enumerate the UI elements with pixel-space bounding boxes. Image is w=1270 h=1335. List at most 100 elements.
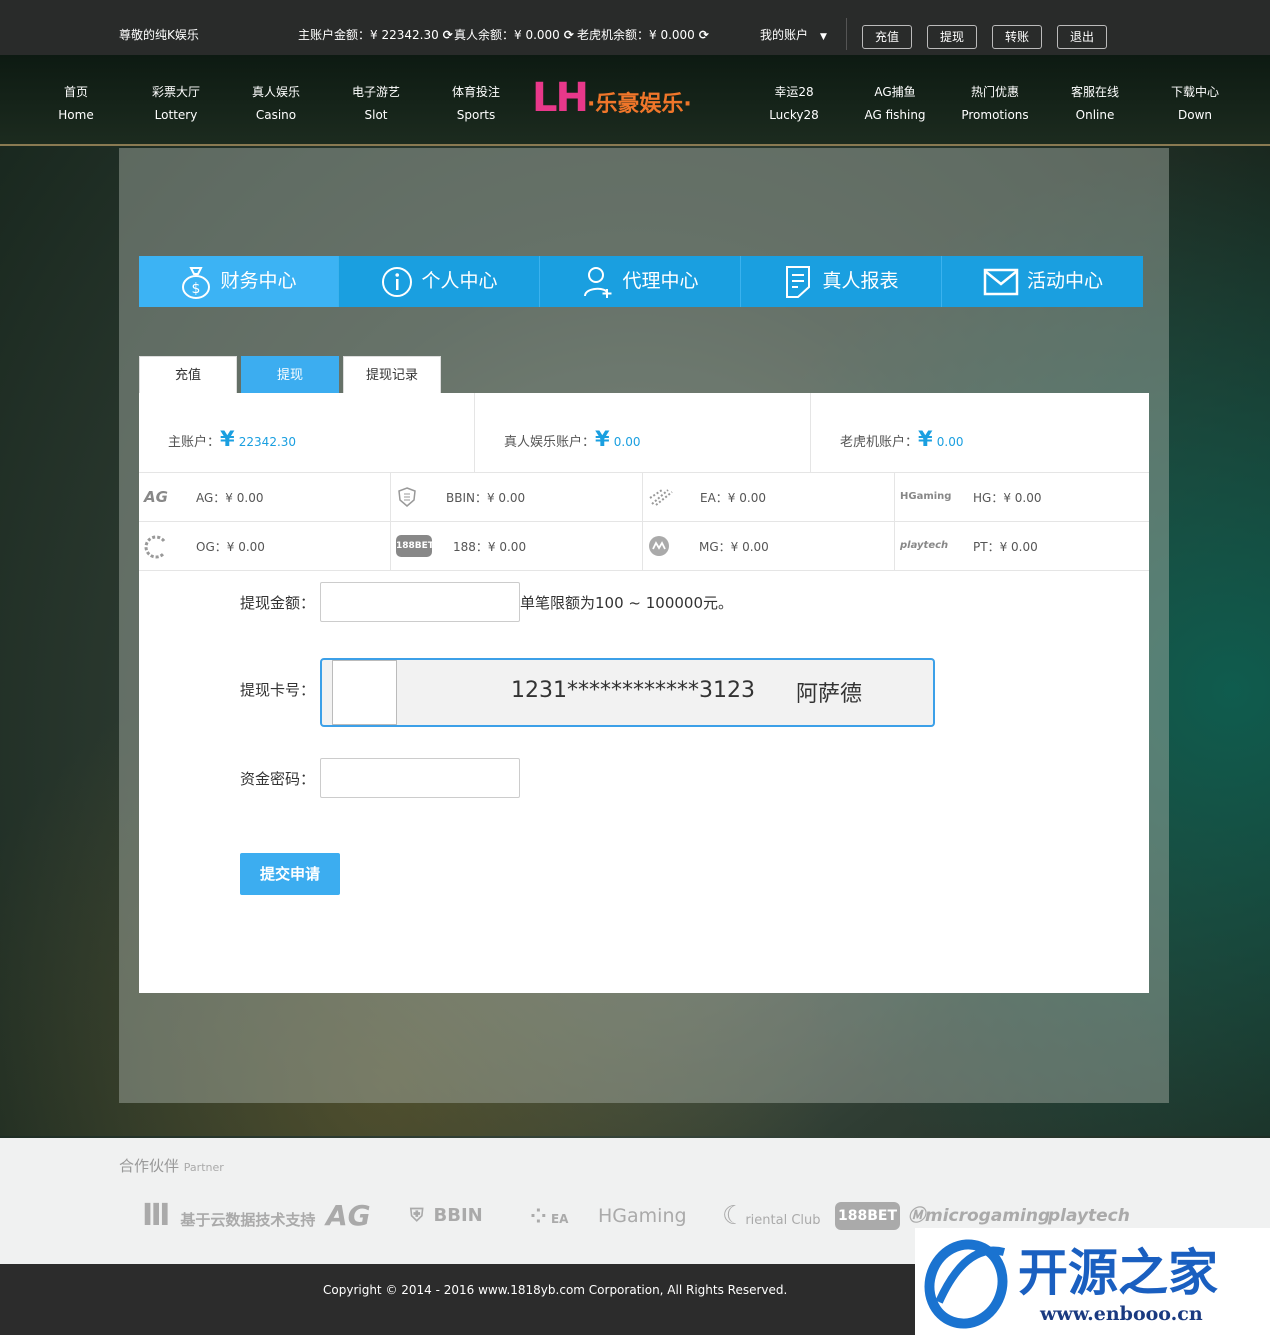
caret-down-icon: ▼ [820, 32, 827, 42]
ag-logo: AG [144, 488, 168, 506]
partner-title-en: Partner [183, 1161, 224, 1174]
nav-download[interactable]: 下载中心 Down [1145, 81, 1245, 127]
nav-sports[interactable]: 体育投注 Sports [426, 81, 526, 127]
report-icon [786, 265, 811, 298]
bank-card-select[interactable]: 1231************3123 阿萨德 [320, 658, 935, 727]
nav-label-cn: 客服在线 [1070, 85, 1119, 99]
partner-title-cn: 合作伙伴 [119, 1157, 180, 1175]
partner-logo-oriental: ☾riental Club [722, 1196, 821, 1236]
main-balance-text: 主账户金额：¥ 22342.30 [298, 28, 439, 42]
tab-label: 活动中心 [1026, 270, 1103, 292]
live-balance-text: 真人余额：¥ 0.000 [454, 28, 560, 42]
tab-activity[interactable]: 活动中心 [943, 256, 1143, 307]
tab-agent[interactable]: 代理中心 [541, 256, 741, 307]
fund-password-input[interactable] [320, 758, 520, 798]
subtab-withdraw[interactable]: 提现 [241, 356, 339, 394]
yen-icon: ¥ [220, 427, 235, 451]
watermark-title: 开源之家 [1018, 1244, 1218, 1302]
card-number: 1231************3123 [511, 678, 755, 703]
svg-text:$: $ [192, 281, 201, 297]
withdraw-amount-input[interactable] [320, 582, 520, 622]
copyright: Copyright © 2014 - 2016 www.1818yb.com C… [323, 1283, 788, 1297]
tab-label: 代理中心 [622, 270, 699, 292]
submit-button[interactable]: 提交申请 [240, 853, 340, 895]
nav-promotions[interactable]: 热门优惠 Promotions [945, 81, 1045, 127]
tab-personal[interactable]: 个人中心 [340, 256, 540, 307]
tab-label: 财务中心 [220, 270, 297, 292]
account-label: 老虎机账户： [840, 435, 919, 450]
site-logo[interactable]: LH·乐豪娱乐· [532, 75, 742, 125]
game-balance: AG：¥ 0.00 [196, 491, 264, 505]
card-label: 提现卡号： [240, 681, 316, 699]
game-og: OG：¥ 0.00 [139, 522, 391, 571]
deposit-button[interactable]: 充值 [862, 25, 912, 49]
account-label: 真人娱乐账户： [504, 435, 596, 450]
mg-logo-icon [648, 535, 696, 557]
game-balance: BBIN：¥ 0.00 [446, 491, 526, 505]
logo-letters: LH [532, 75, 589, 121]
nav-label-en: Lottery [154, 108, 198, 122]
watermark: 开源之家 www.enbooo.cn [915, 1228, 1270, 1335]
partner-logo-188bet: 188BET [835, 1196, 901, 1236]
info-icon [382, 266, 413, 297]
gecyber-icon: Ⅲ [142, 1198, 171, 1233]
nav-label-cn: 真人娱乐 [251, 85, 300, 99]
account-slot: 老虎机账户：¥ 0.00 [811, 393, 1149, 473]
nav-label-en: Slot [364, 108, 388, 122]
game-balance: PT：¥ 0.00 [973, 540, 1038, 554]
tab-live-report[interactable]: 真人报表 [742, 256, 942, 307]
nav-home[interactable]: 首页 Home [26, 81, 126, 127]
nav-label-cn: 下载中心 [1170, 85, 1219, 99]
og-logo-icon [144, 535, 192, 559]
nav-slot[interactable]: 电子游艺 Slot [326, 81, 426, 127]
live-balance: 真人余额：¥ 0.000 ⟳ [454, 26, 574, 43]
game-mg: MG：¥ 0.00 [643, 522, 895, 571]
nav-label-en: Casino [255, 108, 297, 122]
subtab-deposit[interactable]: 充值 [139, 356, 237, 394]
nav-ag-fishing[interactable]: AG捕鱼 AG fishing [845, 81, 945, 127]
nav-casino[interactable]: 真人娱乐 Casino [226, 81, 326, 127]
account-amount: 22342.30 [238, 435, 297, 449]
nav-lottery[interactable]: 彩票大厅 Lottery [126, 81, 226, 127]
nav-online[interactable]: 客服在线 Online [1045, 81, 1145, 127]
hg-logo: HGaming [900, 491, 952, 502]
my-account-menu[interactable]: 我的账户 ▼ [760, 26, 827, 43]
game-balance: OG：¥ 0.00 [196, 540, 265, 554]
card-holder: 阿萨德 [796, 682, 863, 707]
nav-label-en: Home [58, 108, 94, 122]
nav-label-en: Sports [456, 108, 496, 122]
nav-label-cn: 热门优惠 [970, 85, 1019, 99]
bank-logo-image [332, 660, 397, 725]
partner-logo-hgaming: HGaming [598, 1205, 687, 1227]
partner-logo-gecyber: Ⅲ 基于云数据技术支持 [142, 1196, 315, 1236]
game-balance: 188：¥ 0.00 [453, 540, 527, 554]
refresh-icon[interactable]: ⟳ [564, 28, 574, 42]
account-label: 主账户： [168, 435, 221, 450]
nav-label-cn: 体育投注 [451, 85, 500, 99]
nav-lucky28[interactable]: 幸运28 Lucky28 [744, 81, 844, 127]
refresh-icon[interactable]: ⟳ [443, 28, 453, 42]
nav-label-en: Down [1177, 108, 1212, 122]
tab-finance[interactable]: $ 财务中心 [139, 256, 339, 307]
top-bar: 尊敬的纯K娱乐 主账户金额：¥ 22342.30 ⟳ 真人余额：¥ 0.000 ⟳ … [0, 0, 1270, 55]
game-pt: playtech PT：¥ 0.00 [895, 522, 1149, 571]
partner-logo-ag: AG [326, 1199, 371, 1232]
refresh-icon[interactable]: ⟳ [699, 28, 709, 42]
main-nav: 首页 Home 彩票大厅 Lottery 真人娱乐 Casino 电子游艺 Slot 体… [0, 55, 1270, 146]
subtab-withdraw-records[interactable]: 提现记录 [343, 356, 441, 394]
yen-icon: ¥ [595, 427, 610, 451]
partner-logo-text: 188BET [835, 1202, 901, 1230]
withdraw-button[interactable]: 提现 [927, 25, 977, 49]
nav-label-cn: 彩票大厅 [151, 85, 200, 99]
account-live: 真人娱乐账户：¥ 0.00 [475, 393, 811, 473]
188bet-logo: 188BET [396, 535, 434, 557]
divider [846, 18, 847, 50]
transfer-button[interactable]: 转账 [992, 25, 1042, 49]
partner-logo-text: 基于云数据技术支持 [180, 1211, 316, 1229]
game-balance: EA：¥ 0.00 [700, 491, 766, 505]
game-hg: HGaming HG：¥ 0.00 [895, 473, 1149, 522]
game-balance: HG：¥ 0.00 [973, 491, 1042, 505]
logout-button[interactable]: 退出 [1057, 25, 1107, 49]
account-amount: 0.00 [613, 435, 641, 449]
nav-label-en: Lucky28 [769, 108, 819, 122]
